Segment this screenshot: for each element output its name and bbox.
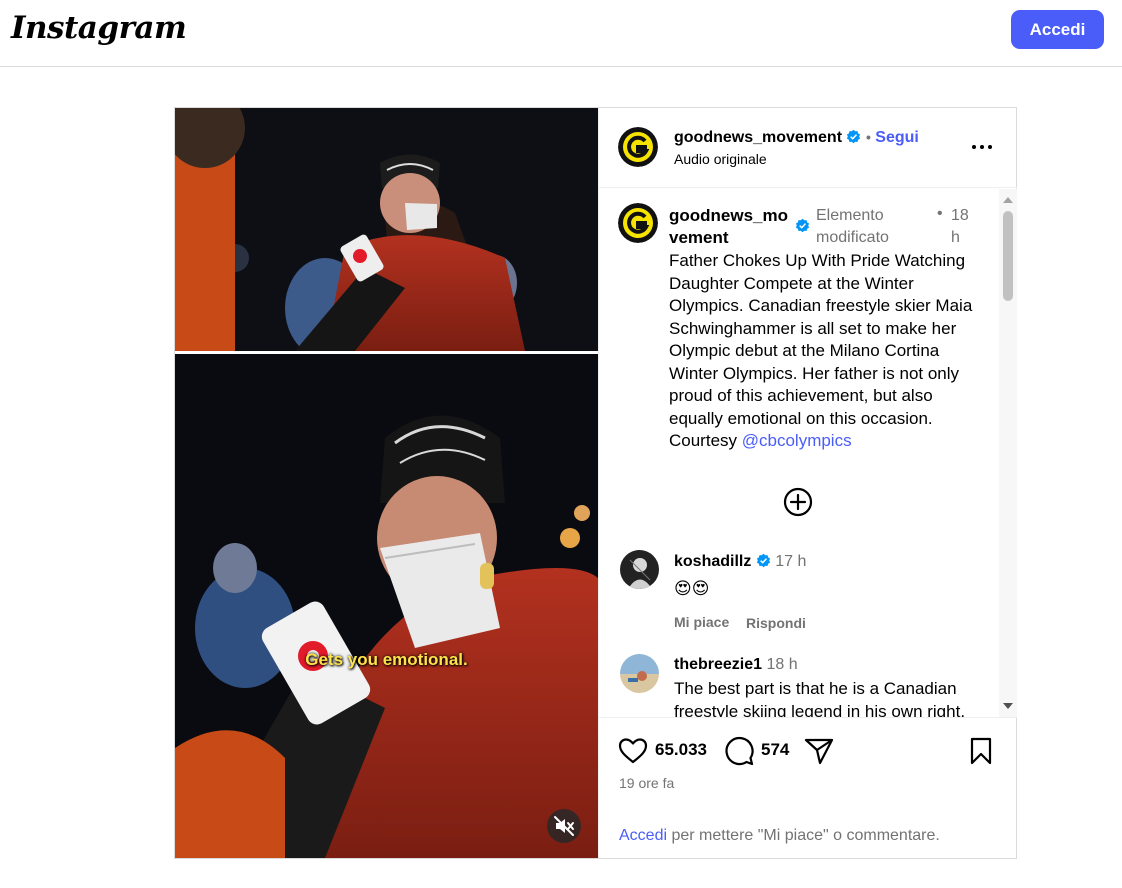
caption-text: Father Chokes Up With Pride Watching Dau…: [669, 250, 984, 453]
header-separator: •: [865, 129, 871, 145]
comments-count[interactable]: 574: [761, 740, 789, 760]
likes-count[interactable]: 65.033: [655, 740, 707, 760]
heart-icon[interactable]: [617, 735, 649, 767]
top-navigation-bar: Instagram Accedi: [0, 0, 1122, 67]
caption-timestamp[interactable]: 18 h: [951, 205, 981, 249]
comment-timestamp[interactable]: 18 h: [767, 656, 798, 673]
post-card: Gets you emotional. goodnews_movement • …: [174, 107, 1017, 859]
comments-section[interactable]: goodnews_mo vement Elemento modificato •…: [599, 189, 1017, 717]
comment-text: The best part is that he is a Canadian f…: [674, 679, 966, 717]
caption-username[interactable]: goodnews_mo vement: [669, 205, 789, 249]
verified-badge-icon: [795, 218, 810, 233]
comment-username[interactable]: koshadillz: [674, 553, 751, 570]
comment-text: 😍😍: [674, 579, 710, 598]
mute-button[interactable]: [547, 809, 581, 843]
login-button[interactable]: Accedi: [1011, 10, 1104, 49]
comment-username[interactable]: thebreezie1: [674, 656, 762, 673]
caption-time-value: 18: [951, 207, 969, 224]
comment-author: koshadillz 17 h: [674, 553, 806, 571]
verified-badge-icon: [847, 129, 861, 144]
goodnews-avatar[interactable]: [618, 127, 658, 167]
login-prompt: Accedi per mettere "Mi piace" o commenta…: [619, 827, 940, 845]
original-audio-link[interactable]: Audio originale: [674, 151, 767, 167]
follow-button[interactable]: Segui: [875, 129, 919, 146]
comment-author-2: thebreezie1 18 h: [674, 656, 798, 674]
edited-label-part2: modificato: [816, 229, 889, 246]
post-timestamp[interactable]: 19 ore fa: [619, 775, 674, 791]
load-more-comments-icon[interactable]: [782, 486, 814, 518]
comment-timestamp[interactable]: 17 h: [775, 553, 806, 570]
comment-avatar-koshadillz[interactable]: [620, 550, 659, 589]
comment-avatar-thebreezie1[interactable]: [620, 654, 659, 693]
scrollbar-thumb[interactable]: [1003, 211, 1013, 301]
avatar: [620, 550, 659, 589]
mute-icon: [554, 816, 574, 836]
post-author-username[interactable]: goodnews_movement: [674, 129, 842, 146]
avatar: [620, 654, 659, 693]
comment-icon[interactable]: [723, 735, 755, 767]
caption-separator: •: [937, 205, 943, 222]
post-actions: 65.033 574 19 ore fa Accedi per mettere …: [599, 717, 1017, 858]
caption-author-avatar[interactable]: [618, 203, 658, 243]
caption-username-part2: vement: [669, 228, 729, 247]
caption-mention-link[interactable]: @cbcolympics: [742, 431, 852, 450]
post-header: goodnews_movement • Segui Audio original…: [599, 108, 1017, 188]
more-options-icon[interactable]: [971, 136, 993, 158]
video-frame-illustration: [175, 108, 598, 858]
video-subtitle: Gets you emotional.: [305, 650, 468, 669]
caption-username-part1: goodnews_mo: [669, 206, 789, 225]
edited-label-part1: Elemento: [816, 207, 884, 224]
verified-badge-icon: [756, 553, 770, 568]
post-author: goodnews_movement • Segui: [674, 129, 919, 147]
post-side-panel: goodnews_movement • Segui Audio original…: [598, 108, 1017, 858]
comment-like-button[interactable]: Mi piace: [674, 614, 729, 630]
login-link[interactable]: Accedi: [619, 827, 667, 844]
post-video[interactable]: Gets you emotional.: [175, 108, 598, 858]
caption-time-unit: h: [951, 229, 960, 246]
bookmark-icon[interactable]: [965, 735, 997, 767]
caption-edited-label: Elemento modificato: [816, 205, 916, 249]
comment-reply-button[interactable]: Rispondi: [746, 615, 806, 631]
share-icon[interactable]: [803, 735, 835, 767]
instagram-logo[interactable]: Instagram: [11, 10, 187, 46]
caption-body: Father Chokes Up With Pride Watching Dau…: [669, 251, 973, 450]
login-prompt-text: per mettere "Mi piace" o commentare.: [667, 827, 940, 844]
